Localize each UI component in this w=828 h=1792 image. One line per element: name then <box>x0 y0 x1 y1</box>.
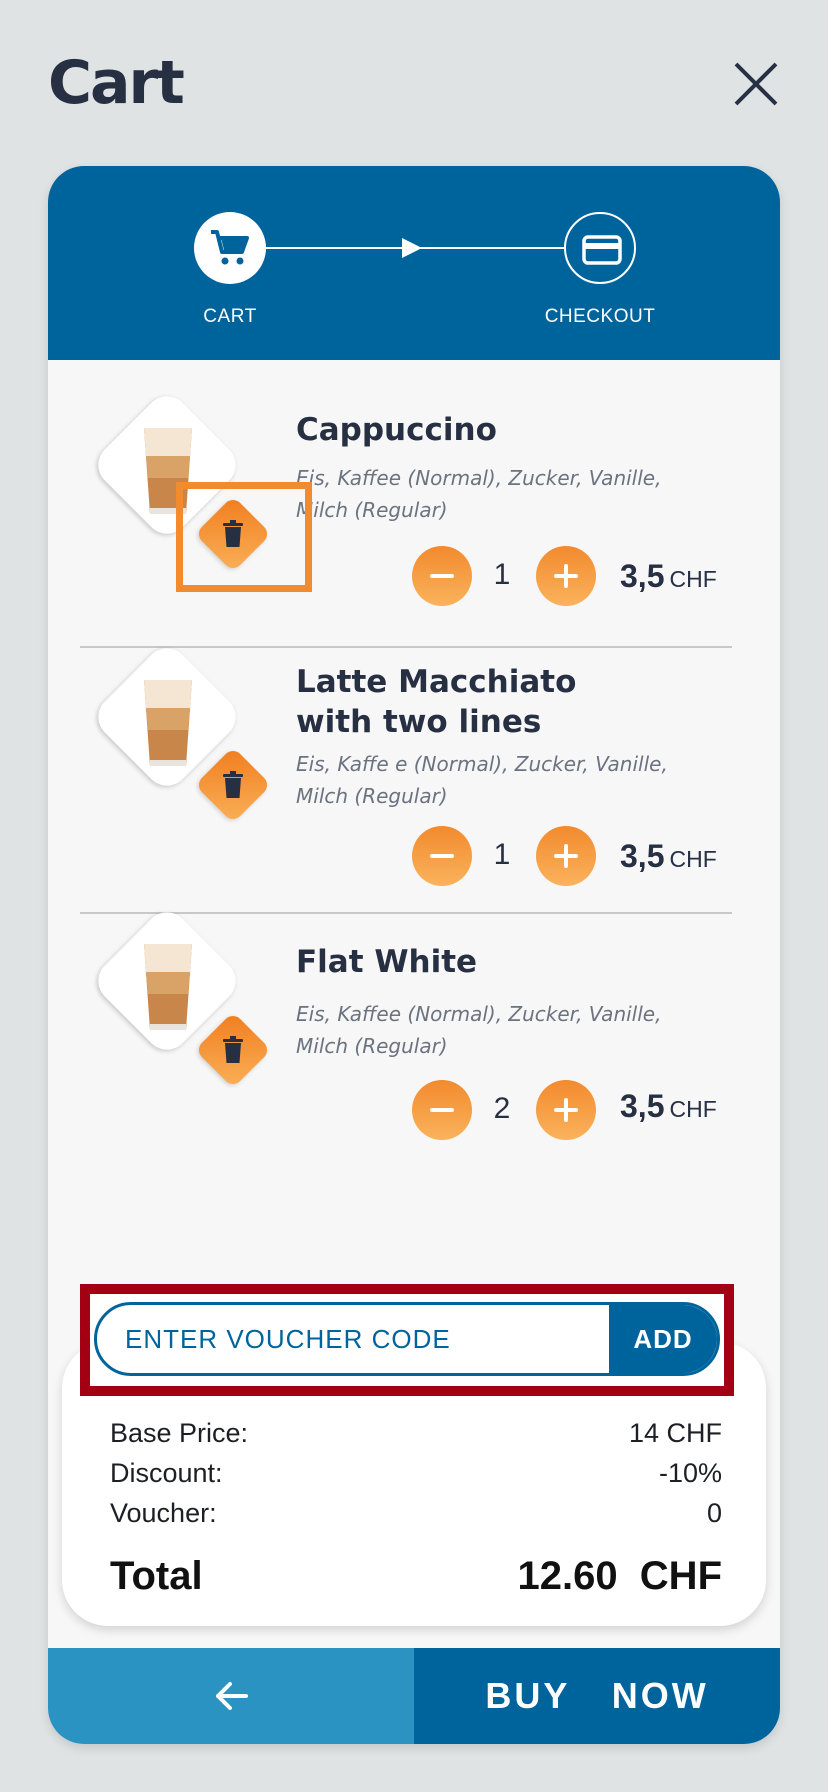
close-button[interactable] <box>728 56 784 112</box>
increase-quantity-button[interactable] <box>536 1080 596 1140</box>
trash-icon <box>223 771 243 798</box>
plus-icon <box>554 844 578 868</box>
voucher-value: 0 <box>706 1498 722 1528</box>
voucher-label: Voucher: <box>110 1498 217 1528</box>
coffee-glass-image <box>144 944 192 1030</box>
price-amount: 3,5 <box>620 558 665 594</box>
trash-icon <box>223 1036 243 1063</box>
back-button[interactable] <box>48 1648 414 1744</box>
credit-card-icon <box>582 235 622 265</box>
item-price: 3,5 CHF <box>620 1088 717 1125</box>
minus-icon <box>430 574 454 578</box>
total-value: 12.60 CHF <box>517 1554 722 1598</box>
plus-icon <box>554 564 578 588</box>
price-amount: 3,5 <box>620 838 665 874</box>
voucher-field: ADD <box>94 1302 720 1376</box>
minus-icon <box>430 854 454 858</box>
voucher-row: Voucher: 0 <box>110 1498 722 1529</box>
item-divider <box>80 912 732 914</box>
item-quantity: 1 <box>493 838 511 871</box>
minus-icon <box>430 1108 454 1112</box>
discount-label: Discount: <box>110 1458 223 1488</box>
discount-value: -10% <box>658 1458 722 1488</box>
item-options: Eis, Kaffee (Normal), Zucker, Vanille, M… <box>296 466 662 522</box>
item-quantity: 1 <box>493 558 511 591</box>
item-price: 3,5 CHF <box>620 558 717 595</box>
coffee-glass-image <box>144 428 192 514</box>
item-options: Eis, Kaffee (Normal), Zucker, Vanille, M… <box>296 1002 662 1058</box>
decrease-quantity-button[interactable] <box>412 1080 472 1140</box>
item-quantity: 2 <box>493 1092 511 1125</box>
step-label-cart: CART <box>203 306 257 327</box>
close-icon <box>734 62 778 106</box>
increase-quantity-button[interactable] <box>536 826 596 886</box>
step-label-checkout: CHECKOUT <box>544 306 656 327</box>
cart-icon <box>211 230 249 265</box>
page-title: Cart <box>48 48 185 118</box>
decrease-quantity-button[interactable] <box>412 546 472 606</box>
price-currency: CHF <box>669 566 717 592</box>
voucher-input[interactable] <box>97 1305 607 1373</box>
total-row: Total 12.60 CHF <box>110 1554 722 1599</box>
checkout-stepper: CART CHECKOUT <box>48 166 780 360</box>
cart-card: CART CHECKOUT Cappuccino Eis, Kaffee (No… <box>48 166 780 1744</box>
action-bar: BUY NOW <box>48 1648 780 1744</box>
base-price-value: 14 CHF <box>628 1418 722 1448</box>
step-cart[interactable] <box>194 212 266 284</box>
item-options: Eis, Kaffe e (Normal), Zucker, Vanille, … <box>296 752 668 808</box>
item-divider <box>80 646 732 648</box>
add-voucher-button[interactable]: ADD <box>609 1305 717 1373</box>
arrow-left-icon <box>216 1682 248 1710</box>
step-arrow-icon <box>402 238 422 258</box>
item-name: Cappuccino <box>296 412 497 448</box>
item-price: 3,5 CHF <box>620 838 717 875</box>
price-amount: 3,5 <box>620 1088 665 1124</box>
item-name: Latte Macchiato with two lines <box>296 664 577 740</box>
plus-icon <box>554 1098 578 1122</box>
trash-icon <box>223 520 243 547</box>
discount-row: Discount: -10% <box>110 1458 722 1489</box>
base-price-row: Base Price: 14 CHF <box>110 1418 722 1449</box>
base-price-label: Base Price: <box>110 1418 249 1448</box>
item-name: Flat White <box>296 944 478 980</box>
price-currency: CHF <box>669 1096 717 1122</box>
decrease-quantity-button[interactable] <box>412 826 472 886</box>
increase-quantity-button[interactable] <box>536 546 596 606</box>
total-label: Total <box>110 1554 203 1598</box>
buy-now-button[interactable]: BUY NOW <box>414 1648 780 1744</box>
coffee-glass-image <box>144 680 192 766</box>
step-checkout[interactable] <box>564 212 636 284</box>
price-currency: CHF <box>669 846 717 872</box>
